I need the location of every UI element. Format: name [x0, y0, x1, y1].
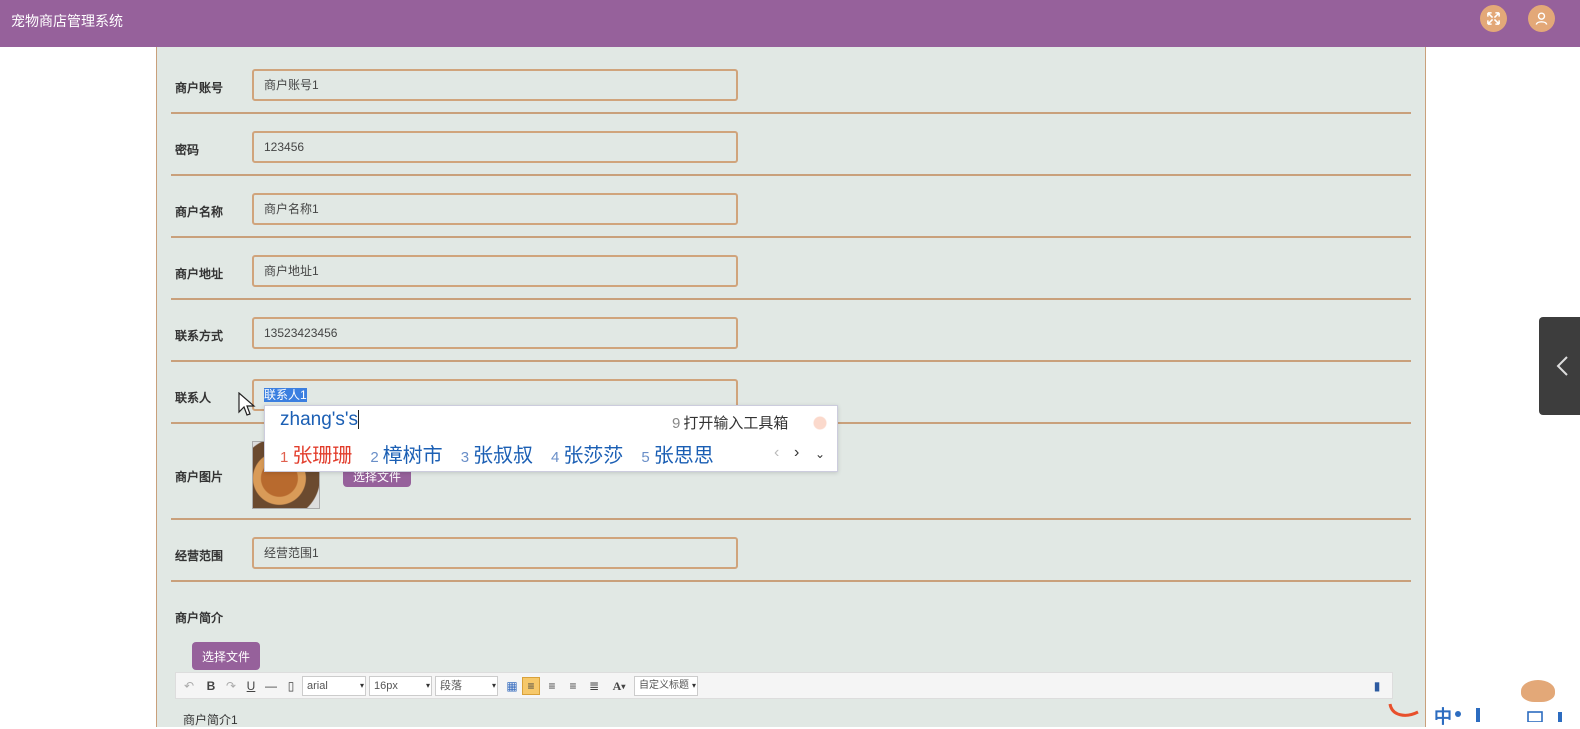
custom-title-select[interactable]: 自定义标题 ▾: [634, 676, 698, 696]
contact-input-selected-text: 联系人1: [264, 388, 307, 402]
ime-candidate-list: 1 张珊珊 2 樟树市 3 张叔叔 4 张莎莎 5 张思思: [280, 439, 732, 468]
account-input[interactable]: 商户账号1: [252, 69, 738, 101]
ime-prev-page-icon[interactable]: ‹: [774, 444, 779, 462]
image-label: 商户图片: [175, 470, 224, 484]
redo-icon[interactable]: ↷: [224, 677, 238, 695]
ime-candidate-window: zhang's's 9 打开输入工具箱 1 张珊珊 2 樟树市 3 张叔叔 4 张莎莎 5…: [264, 405, 838, 472]
editor-content[interactable]: 商户简介1: [183, 711, 238, 728]
intro-label: 商户简介: [175, 611, 224, 625]
chevron-down-icon: ▾: [691, 681, 696, 690]
user-icon: [1535, 12, 1548, 25]
row-divider: [171, 298, 1411, 300]
chevron-down-icon: ▾: [425, 681, 430, 690]
font-size-select[interactable]: 16px ▾: [369, 676, 432, 696]
floating-assistant-avatar[interactable]: [1521, 680, 1555, 702]
ime-toolbox-label: 打开输入工具箱: [683, 415, 789, 432]
chevron-down-icon: ▾: [491, 681, 496, 690]
name-label: 商户名称: [175, 205, 224, 219]
fullscreen-button[interactable]: [1480, 5, 1507, 32]
intro-select-file-button[interactable]: 选择文件: [192, 642, 260, 670]
page-icon[interactable]: ▯: [284, 677, 298, 695]
address-input[interactable]: 商户地址1: [252, 255, 738, 287]
row-divider: [171, 112, 1411, 114]
chevron-left-icon: [1556, 356, 1568, 376]
top-header: 宠物商店管理系统: [0, 0, 1580, 47]
ime-candidate[interactable]: 5 张思思: [641, 439, 713, 468]
app-title: 宠物商店管理系统: [11, 13, 123, 29]
candidate-number: 5: [641, 449, 650, 466]
align-left-icon[interactable]: ≡: [522, 677, 540, 695]
align-center-icon[interactable]: ≡: [565, 677, 581, 695]
row-divider: [171, 580, 1411, 582]
ime-mode-indicator[interactable]: 中: [1434, 703, 1452, 729]
candidate-number: 1: [280, 449, 289, 466]
contact-label: 联系人: [175, 391, 212, 405]
font-size-value: 16px: [374, 680, 398, 692]
chevron-down-icon: ▾: [359, 681, 364, 690]
row-divider: [171, 174, 1411, 176]
undo-icon[interactable]: ↶: [182, 677, 196, 695]
tray-icons: [1388, 703, 1562, 723]
custom-title-value: 自定义标题: [639, 680, 689, 691]
ime-candidate[interactable]: 3 张叔叔: [461, 439, 533, 468]
row-divider: [171, 360, 1411, 362]
font-family-value: arial: [307, 680, 328, 692]
name-input[interactable]: 商户名称1: [252, 193, 738, 225]
candidate-number: 3: [460, 449, 470, 466]
candidate-text: 张思思: [653, 445, 714, 467]
row-divider: [171, 518, 1411, 520]
align-right-icon[interactable]: ≡: [544, 677, 560, 695]
editor-toolbar: ↶ B ↷ U — ▯ arial ▾ 16px ▾ 段落 ▾ ▦ ≡ ≡ ≡ ≣ A…: [175, 672, 1393, 699]
chevron-down-icon: ▾: [621, 681, 626, 691]
text-caret: [358, 410, 360, 430]
ime-logo: [805, 410, 835, 436]
font-family-select[interactable]: arial ▾: [302, 676, 366, 696]
bold-button[interactable]: B: [204, 677, 218, 695]
phone-input[interactable]: 13523423456: [252, 317, 738, 349]
candidate-text: 张叔叔: [473, 445, 534, 467]
candidate-text: 张莎莎: [563, 445, 624, 467]
system-tray: 中: [1388, 700, 1580, 727]
candidate-number: 2: [370, 449, 379, 466]
form-panel: 商户账号 商户账号1 密码 123456 商户名称 商户名称1 商户地址 商户地…: [156, 47, 1426, 727]
paragraph-value: 段落: [440, 680, 462, 692]
expand-icon: [1487, 12, 1500, 25]
ime-pinyin-text: zhang's's: [280, 409, 359, 430]
ime-expand-icon[interactable]: ⌄: [815, 447, 825, 461]
side-panel-toggle[interactable]: [1539, 317, 1580, 415]
candidate-text: 樟树市: [382, 445, 443, 467]
font-color-button[interactable]: A ▾: [608, 677, 630, 695]
ime-candidate[interactable]: 2 樟树市: [370, 439, 442, 468]
user-button[interactable]: [1528, 5, 1555, 32]
mouse-pointer-icon: [238, 392, 256, 416]
table-icon[interactable]: ▦: [504, 677, 520, 695]
horizontal-rule-icon[interactable]: —: [264, 677, 278, 695]
ime-candidate[interactable]: 4 张莎莎: [551, 439, 623, 468]
candidate-number: 4: [551, 449, 560, 466]
paragraph-select[interactable]: 段落 ▾: [435, 676, 498, 696]
phone-label: 联系方式: [175, 329, 224, 343]
password-label: 密码: [175, 143, 200, 157]
scope-input[interactable]: 经营范围1: [252, 537, 738, 569]
mobile-preview-icon[interactable]: ▮: [1370, 677, 1384, 695]
account-label: 商户账号: [175, 81, 224, 95]
scope-label: 经营范围: [175, 549, 224, 563]
address-label: 商户地址: [175, 267, 224, 281]
ime-toolbox-number: 9: [672, 415, 681, 432]
candidate-text: 张珊珊: [292, 445, 353, 467]
underline-button[interactable]: U: [244, 677, 258, 695]
align-justify-icon[interactable]: ≣: [586, 677, 602, 695]
ime-pinyin-composition: zhang's's: [280, 409, 360, 431]
ime-toolbox-option[interactable]: 9 打开输入工具箱: [672, 412, 788, 433]
password-input[interactable]: 123456: [252, 131, 738, 163]
ime-next-page-icon[interactable]: ›: [794, 444, 799, 462]
row-divider: [171, 236, 1411, 238]
ime-candidate[interactable]: 1 张珊珊: [280, 439, 352, 468]
